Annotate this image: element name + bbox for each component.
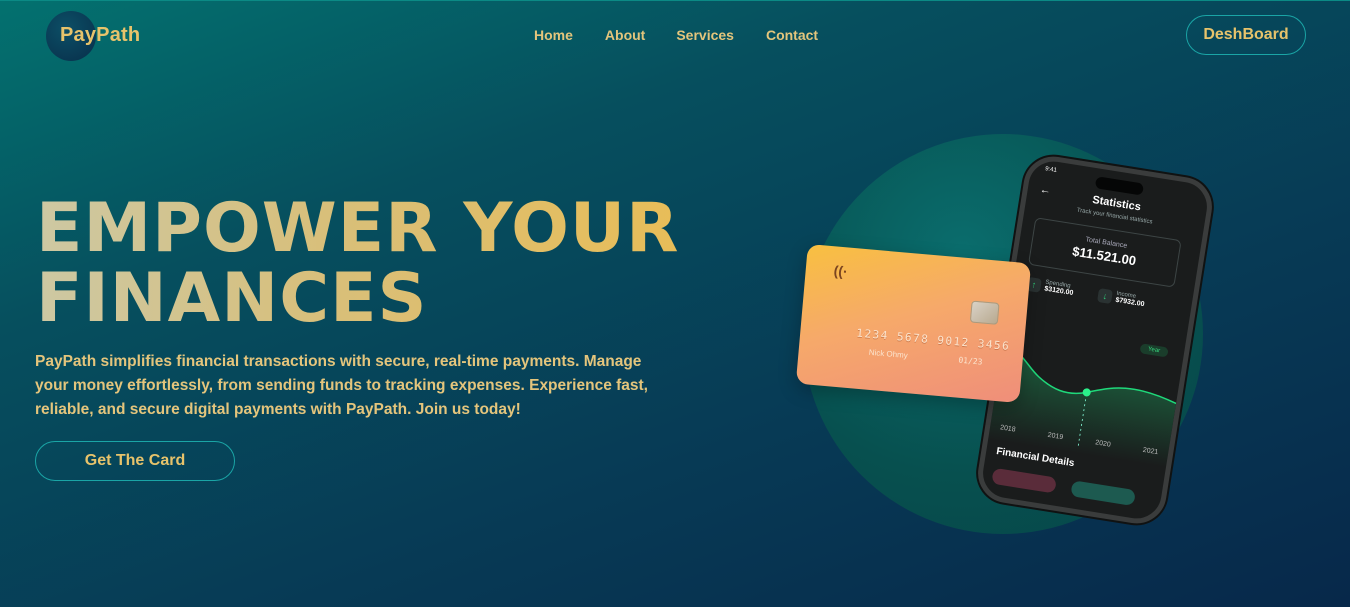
detail-pill — [1070, 480, 1136, 507]
hero-title-line2: FINANCES — [36, 259, 428, 338]
logo[interactable]: PayPath — [46, 11, 156, 61]
hero-description: PayPath simplifies financial transaction… — [35, 353, 648, 418]
logo-text: PayPath — [60, 24, 141, 46]
detail-pill — [991, 467, 1057, 494]
card-chip-icon — [969, 300, 1000, 325]
balance-box: Total Balance $11.521.00 — [1027, 217, 1182, 288]
top-border — [0, 0, 1350, 1]
spending-stat: ↑ Spending $3120.00 — [1025, 276, 1075, 297]
card-expiry: 01/23 — [958, 355, 983, 367]
nav-services[interactable]: Services — [676, 27, 734, 43]
hero-title-line1: EMPOWER YOUR — [36, 189, 680, 268]
nav-home[interactable]: Home — [534, 27, 573, 43]
income-value: $7932.00 — [1114, 296, 1145, 309]
nav-contact[interactable]: Contact — [766, 27, 818, 43]
nav-about[interactable]: About — [605, 27, 645, 43]
credit-card: ((· 1234 5678 9012 3456 Nick Ohmy 01/23 — [795, 244, 1032, 403]
arrow-down-icon: ↓ — [1096, 288, 1114, 305]
get-card-button[interactable]: Get The Card — [35, 441, 235, 481]
contactless-icon: ((· — [833, 262, 849, 280]
main-nav: Home About Services Contact — [534, 27, 818, 43]
phone-time: 9:41 — [1044, 166, 1058, 174]
income-stat: ↓ Income $7932.00 — [1096, 288, 1146, 309]
phone-notch — [1094, 176, 1145, 196]
hero-title: EMPOWER YOUR FINANCES — [36, 194, 679, 334]
card-holder-name: Nick Ohmy — [868, 347, 909, 361]
dashboard-button[interactable]: DeshBoard — [1186, 15, 1306, 55]
